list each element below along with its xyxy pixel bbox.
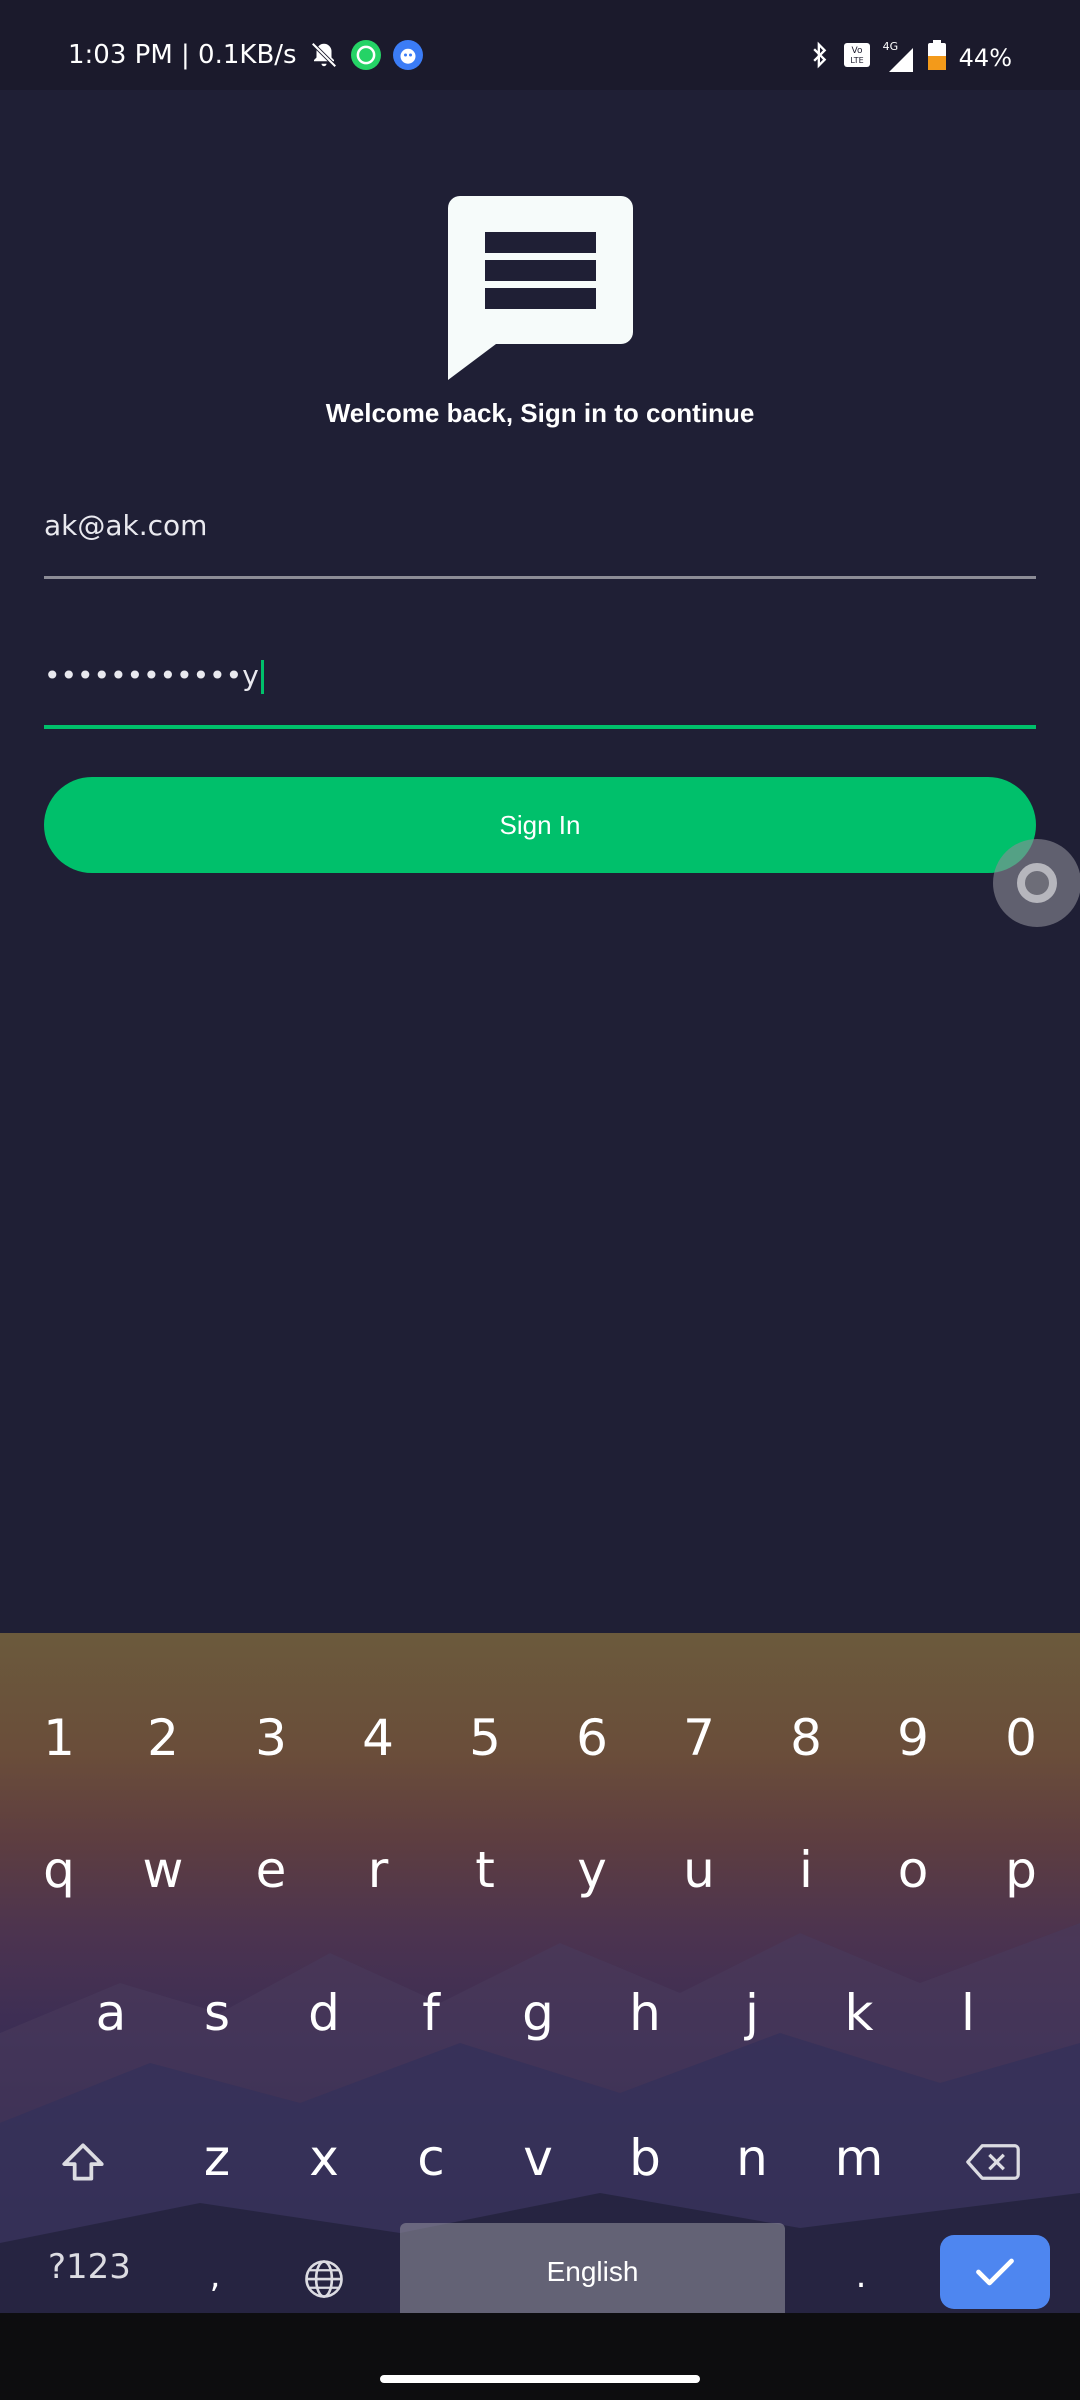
backspace-icon [966,2143,1020,2180]
home-gesture-handle[interactable] [380,2375,700,2383]
key-o[interactable]: o [868,1825,958,1915]
assistive-touch-button[interactable] [993,839,1080,927]
comma-key[interactable]: , [170,2241,260,2313]
status-left: 1:03 PM | 0.1KB/s [68,40,423,70]
key-e[interactable]: e [226,1825,316,1915]
key-q[interactable]: q [14,1825,104,1915]
symbols-key[interactable]: ?123 [48,2247,131,2287]
key-2[interactable]: 2 [118,1693,208,1783]
key-b[interactable]: b [600,2113,690,2203]
email-value: ak@ak.com [44,509,208,542]
bluetooth-icon [809,41,831,75]
status-bar: 1:03 PM | 0.1KB/s Vo LTE 4G 44% [0,0,1080,90]
key-z[interactable]: z [172,2113,262,2203]
key-y[interactable]: y [547,1825,637,1915]
key-n[interactable]: n [707,2113,797,2203]
backspace-key[interactable] [948,2113,1038,2203]
password-value: ••••••••••••y [44,659,264,694]
key-3[interactable]: 3 [226,1693,316,1783]
app-logo-icon [448,196,633,380]
space-bar[interactable]: English [400,2223,785,2313]
app-notification-icon [392,40,423,70]
enter-key[interactable] [940,2235,1050,2309]
shift-key[interactable] [38,2113,128,2203]
globe-icon [305,2259,343,2298]
whatsapp-icon [350,40,381,70]
period-key[interactable]: . [816,2241,906,2313]
battery-percent: 44% [958,44,1012,72]
volte-icon: Vo LTE [843,42,871,74]
signal-icon: 4G [883,40,915,72]
key-s[interactable]: s [172,1968,262,2058]
sign-in-button[interactable]: Sign In [44,777,1036,873]
key-0[interactable]: 0 [976,1693,1066,1783]
key-x[interactable]: x [279,2113,369,2203]
password-field[interactable]: ••••••••••••y [44,655,1036,729]
checkmark-icon [976,2258,1014,2286]
key-1[interactable]: 1 [14,1693,104,1783]
email-field[interactable]: ak@ak.com [44,505,1036,579]
key-p[interactable]: p [976,1825,1066,1915]
key-w[interactable]: w [118,1825,208,1915]
key-6[interactable]: 6 [547,1693,637,1783]
time-and-speed: 1:03 PM | 0.1KB/s [68,40,297,70]
navigation-bar [0,2313,1080,2400]
status-right: Vo LTE 4G 44% [809,40,1012,76]
text-caret [260,660,264,694]
assistive-touch-icon [1017,863,1057,903]
svg-text:Vo: Vo [851,46,862,56]
key-v[interactable]: v [493,2113,583,2203]
key-8[interactable]: 8 [761,1693,851,1783]
key-f[interactable]: f [386,1968,476,2058]
shift-icon [62,2142,104,2181]
key-d[interactable]: d [279,1968,369,2058]
password-masked-text: ••••••••••••y [44,659,259,692]
key-t[interactable]: t [440,1825,530,1915]
soft-keyboard: 1 2 3 4 5 6 7 8 9 0 q w e r t y u i o p … [0,1633,1080,2313]
key-k[interactable]: k [814,1968,904,2058]
battery-icon [927,40,947,76]
key-g[interactable]: g [493,1968,583,2058]
key-i[interactable]: i [761,1825,851,1915]
key-h[interactable]: h [600,1968,690,2058]
key-9[interactable]: 9 [868,1693,958,1783]
key-j[interactable]: j [707,1968,797,2058]
key-4[interactable]: 4 [333,1693,423,1783]
key-c[interactable]: c [386,2113,476,2203]
key-m[interactable]: m [814,2113,904,2203]
language-key[interactable] [279,2230,369,2313]
key-u[interactable]: u [654,1825,744,1915]
key-a[interactable]: a [66,1968,156,2058]
svg-text:LTE: LTE [850,56,863,65]
key-7[interactable]: 7 [654,1693,744,1783]
key-5[interactable]: 5 [440,1693,530,1783]
mute-notifications-icon [309,40,339,70]
key-r[interactable]: r [333,1825,423,1915]
key-l[interactable]: l [923,1968,1013,2058]
welcome-text: Welcome back, Sign in to continue [325,398,755,428]
